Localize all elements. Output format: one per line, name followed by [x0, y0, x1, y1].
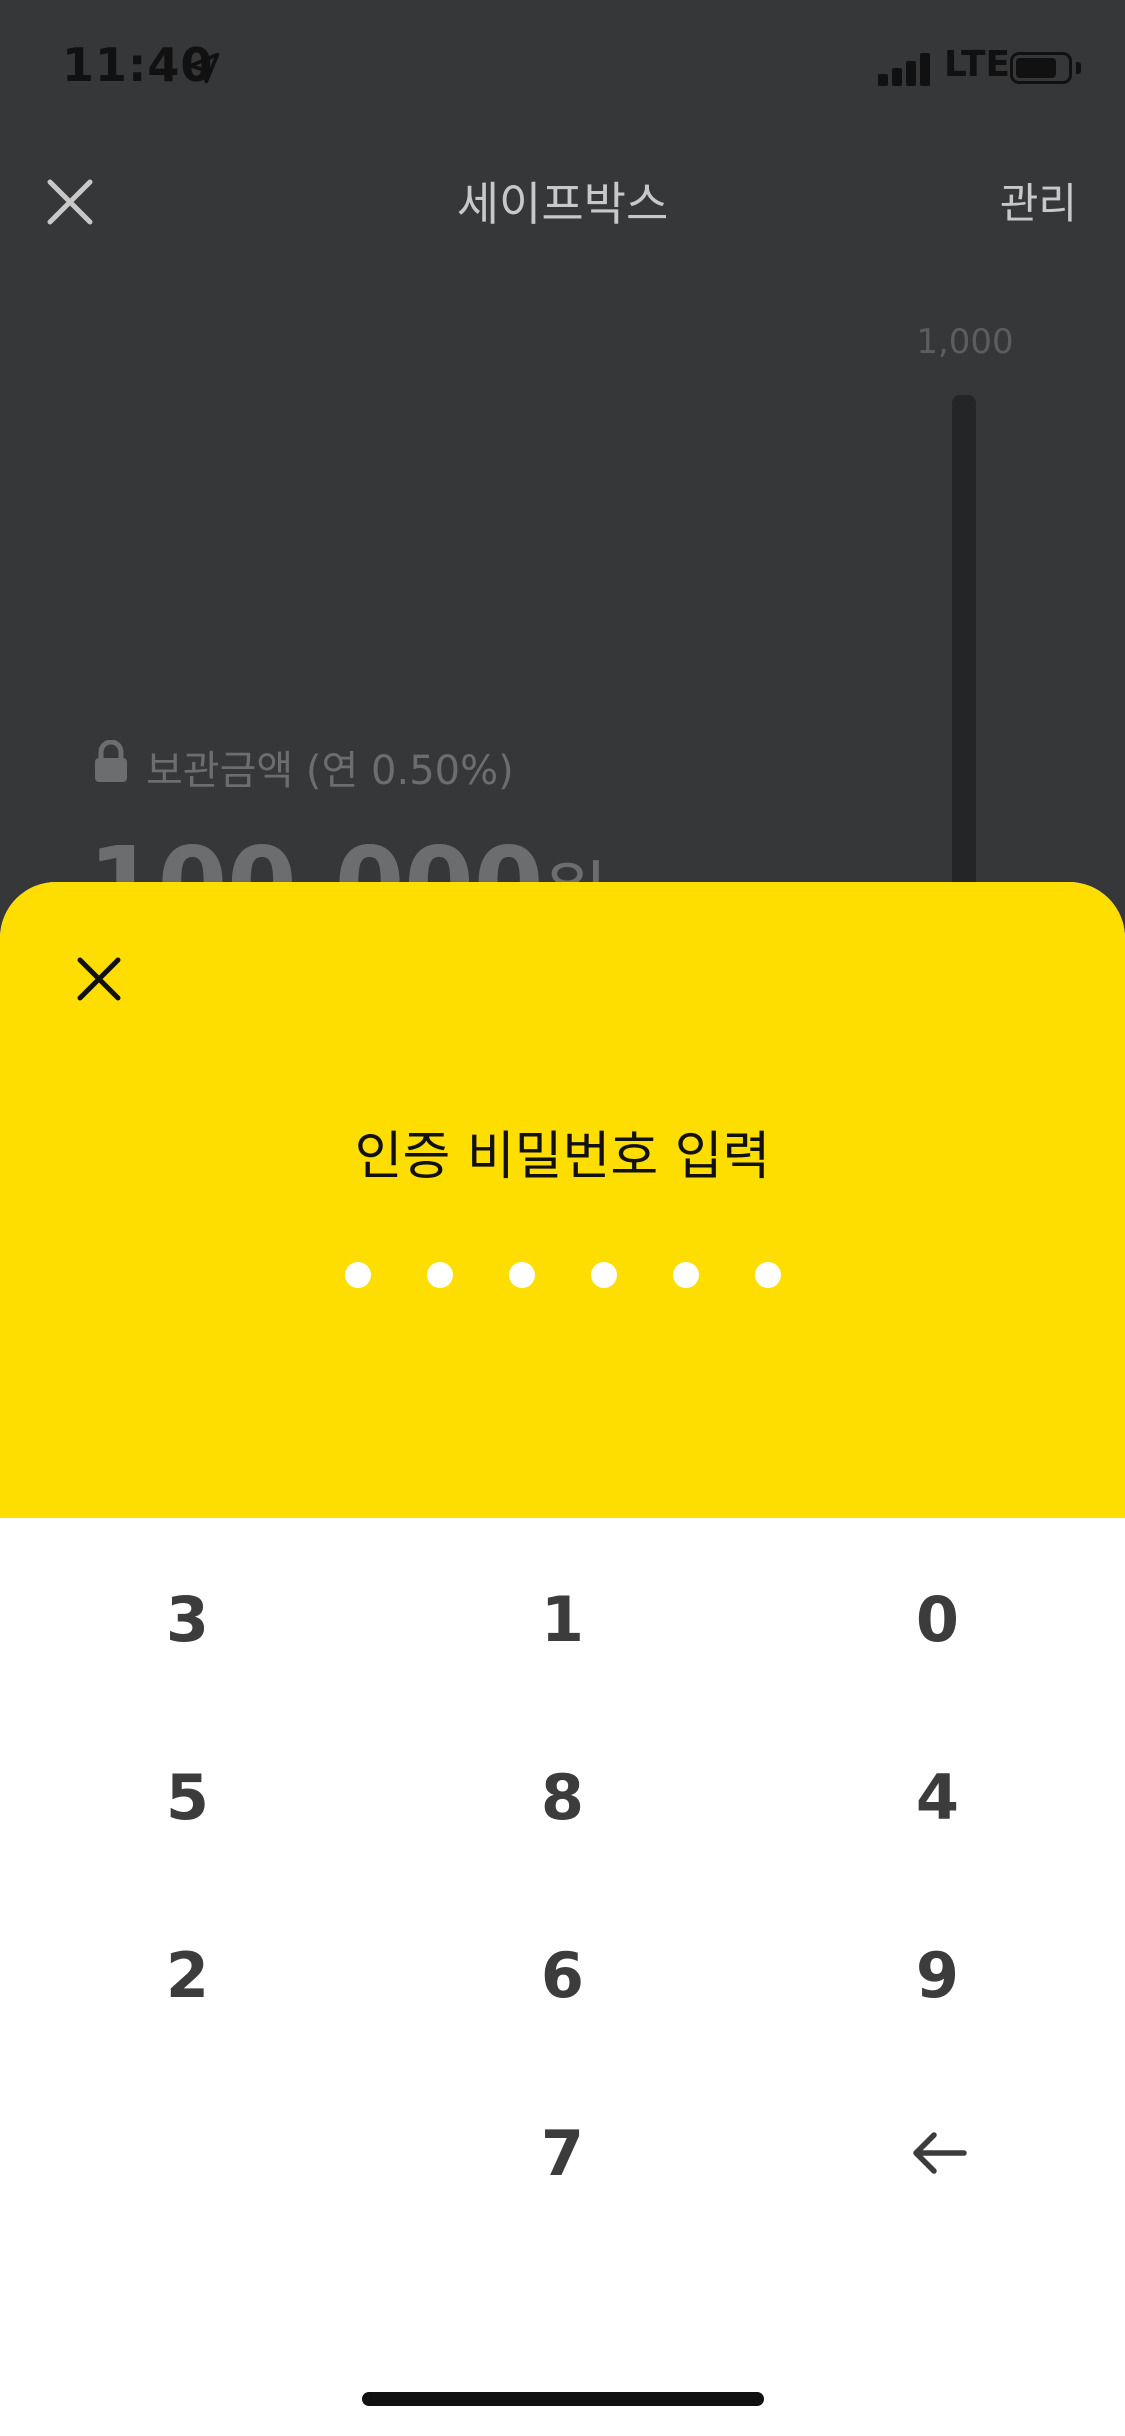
number-keypad: 3105842697	[0, 1518, 1125, 2238]
status-bar: 11:40 LTE	[0, 0, 1125, 140]
gauge-max-label: 1,000	[916, 322, 1014, 362]
battery-cap	[1076, 62, 1081, 74]
keypad-key-1[interactable]: 1	[375, 1530, 750, 1708]
location-arrow-icon	[188, 52, 220, 84]
saved-amount-label: 보관금액 (연 0.50%)	[146, 748, 514, 794]
manage-button[interactable]: 관리	[1000, 170, 1077, 231]
keypad-key-2[interactable]: 2	[0, 1886, 375, 2064]
keypad-key-6[interactable]: 6	[375, 1886, 750, 2064]
keypad-key-5[interactable]: 5	[0, 1708, 375, 1886]
keypad-key-9[interactable]: 9	[750, 1886, 1125, 2064]
home-indicator	[362, 2392, 764, 2406]
pin-dots	[0, 1262, 1125, 1288]
close-icon[interactable]	[72, 952, 126, 1006]
pin-dot	[590, 1262, 617, 1288]
pin-sheet-title: 인증 비밀번호 입력	[354, 1127, 771, 1187]
keypad-key-4[interactable]: 4	[750, 1708, 1125, 1886]
keypad-key-3[interactable]: 3	[0, 1530, 375, 1708]
battery-icon	[1010, 52, 1072, 84]
backspace-arrow-icon	[912, 2132, 967, 2174]
backspace-button[interactable]	[750, 2064, 1125, 2242]
lock-icon	[95, 740, 127, 782]
pin-entry-sheet: 인증 비밀번호 입력 310 584 2697	[0, 882, 1125, 2436]
pin-dot	[672, 1262, 699, 1288]
network-type: LTE	[944, 44, 1011, 85]
pin-dot	[426, 1262, 453, 1288]
keypad-key-7[interactable]: 7	[375, 2064, 750, 2242]
keypad-key-8[interactable]: 8	[375, 1708, 750, 1886]
pin-sheet-header: 인증 비밀번호 입력	[0, 882, 1125, 1518]
keypad-empty-slot	[0, 2064, 375, 2242]
pin-dot	[344, 1262, 371, 1288]
pin-dot	[508, 1262, 535, 1288]
signal-strength-icon	[878, 52, 934, 86]
top-nav-bar: 세이프박스 관리	[0, 140, 1125, 260]
keypad-key-0[interactable]: 0	[750, 1530, 1125, 1708]
page-title: 세이프박스	[456, 177, 669, 231]
pin-dot	[754, 1262, 781, 1288]
